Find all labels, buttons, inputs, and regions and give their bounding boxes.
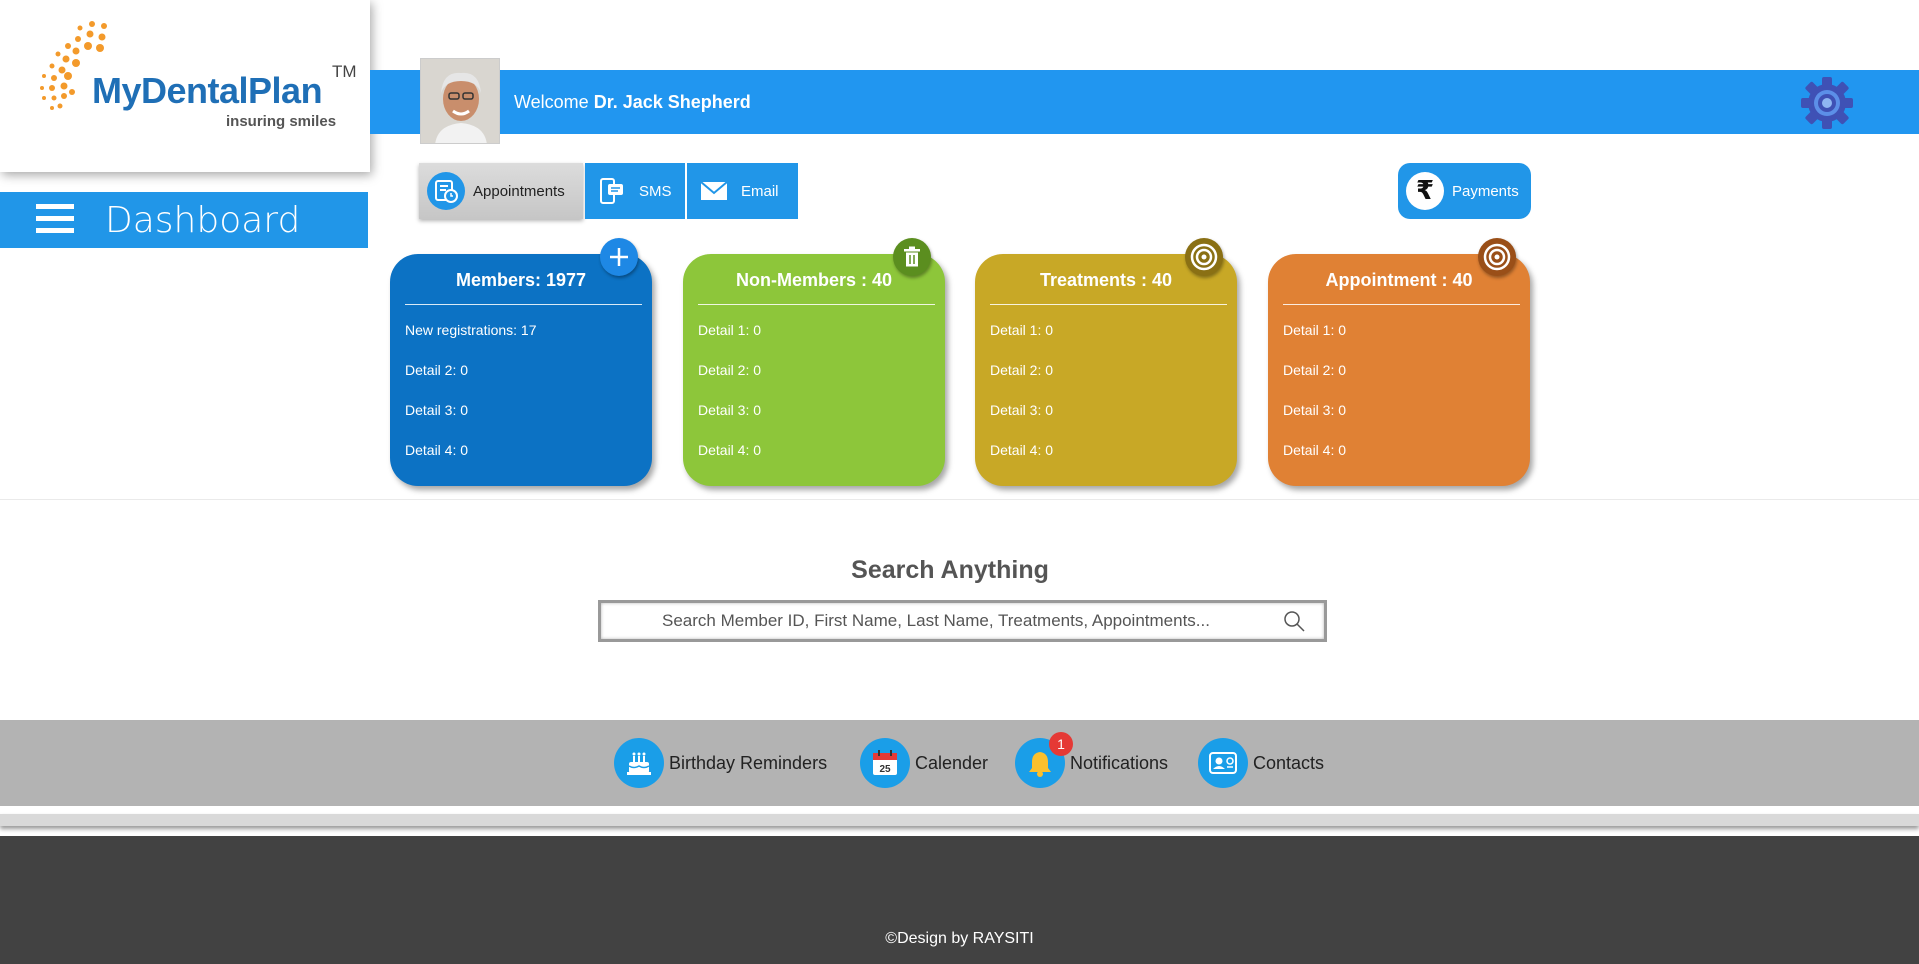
card-divider (405, 304, 642, 305)
email-button[interactable]: Email (687, 163, 798, 219)
envelope-icon (695, 172, 733, 210)
birthday-cake-icon (614, 738, 664, 788)
card-detail: Detail 3: 0 (1283, 402, 1347, 418)
hamburger-menu-icon[interactable] (36, 204, 74, 236)
card-detail: Detail 4: 0 (698, 442, 762, 458)
footer-credit: ©Design by RAYSITI (885, 930, 1034, 947)
treatments-card[interactable]: Treatments : 40 Detail 1: 0 Detail 2: 0 … (975, 238, 1237, 486)
card-detail: Detail 1: 0 (990, 322, 1054, 338)
sms-button[interactable]: SMS (585, 163, 685, 219)
card-divider (990, 304, 1227, 305)
sms-label: SMS (639, 182, 672, 200)
rupee-icon: ₹ (1406, 172, 1444, 210)
sidebar-dashboard-bar: Dashboard (0, 192, 368, 248)
search-title: Search Anything (851, 556, 1049, 584)
card-detail: Detail 4: 0 (990, 442, 1054, 458)
avatar[interactable] (420, 58, 500, 144)
search-box (598, 600, 1327, 642)
card-divider (1283, 304, 1520, 305)
card-detail: Detail 3: 0 (990, 402, 1054, 418)
contacts-label: Contacts (1253, 752, 1325, 773)
appointments-button[interactable]: Appointments (419, 163, 583, 219)
logo-tagline: insuring smiles (226, 113, 337, 130)
card-title: Treatments : 40 (1039, 270, 1173, 290)
bell-icon: 1 (1015, 732, 1073, 788)
calendar-day: 25 (879, 764, 891, 775)
section-divider (0, 499, 1919, 500)
calender-link[interactable]: 25 Calender (860, 738, 988, 788)
search-icon[interactable] (1282, 609, 1306, 633)
birthday-reminders-link[interactable]: Birthday Reminders (614, 738, 827, 788)
gear-icon[interactable] (1800, 76, 1854, 130)
card-detail: Detail 2: 0 (405, 362, 469, 378)
card-detail: Detail 4: 0 (405, 442, 469, 458)
non-members-card[interactable]: Non-Members : 40 Detail 1: 0 Detail 2: 0… (683, 238, 945, 486)
notifications-link[interactable]: 1 Notifications (1015, 732, 1169, 788)
payments-button[interactable]: ₹ Payments (1398, 163, 1531, 219)
logo-brand-text: MyDentalPlan (92, 70, 323, 111)
logo[interactable]: MyDentalPlan TM insuring smiles (0, 0, 370, 172)
appointment-clock-icon (427, 172, 465, 210)
card-detail: Detail 1: 0 (1283, 322, 1347, 338)
footer-separator (0, 806, 1919, 814)
dashboard-page: MyDentalPlan TM insuring smiles Dashboar… (0, 0, 1919, 964)
user-name: Dr. Jack Shepherd (593, 92, 751, 112)
card-detail: Detail 3: 0 (405, 402, 469, 418)
sidebar-title: Dashboard (105, 200, 301, 241)
card-detail: Detail 4: 0 (1283, 442, 1347, 458)
card-detail: New registrations: 17 (405, 322, 537, 338)
birthday-reminders-label: Birthday Reminders (669, 752, 828, 773)
members-card[interactable]: Members: 1977 New registrations: 17 Deta… (390, 238, 652, 486)
notifications-label: Notifications (1070, 752, 1169, 773)
contacts-link[interactable]: Contacts (1198, 738, 1324, 788)
phone-message-icon (593, 172, 631, 210)
card-detail: Detail 3: 0 (698, 402, 762, 418)
card-divider (698, 304, 935, 305)
appointments-label: Appointments (473, 182, 565, 200)
appointment-card[interactable]: Appointment : 40 Detail 1: 0 Detail 2: 0… (1268, 238, 1530, 486)
payments-label: Payments (1452, 182, 1519, 200)
welcome-prefix: Welcome (514, 92, 589, 112)
card-title: Non-Members : 40 (735, 270, 893, 290)
doctor-portrait-icon (421, 59, 499, 143)
search-input[interactable] (611, 606, 1261, 636)
card-detail: Detail 2: 0 (1283, 362, 1347, 378)
email-label: Email (741, 182, 779, 200)
calendar-icon: 25 (860, 738, 910, 788)
logo-trademark: TM (332, 62, 357, 81)
notification-count-badge: 1 (1049, 732, 1073, 756)
card-title: Members: 1977 (455, 270, 587, 290)
card-detail: Detail 1: 0 (698, 322, 762, 338)
calender-label: Calender (915, 752, 989, 773)
card-detail: Detail 2: 0 (698, 362, 762, 378)
card-title: Appointment : 40 (1325, 270, 1473, 290)
card-detail: Detail 2: 0 (990, 362, 1054, 378)
footer-separator (0, 814, 1919, 826)
contacts-card-icon (1198, 738, 1248, 788)
welcome-message: Welcome Dr. Jack Shepherd (514, 92, 751, 113)
